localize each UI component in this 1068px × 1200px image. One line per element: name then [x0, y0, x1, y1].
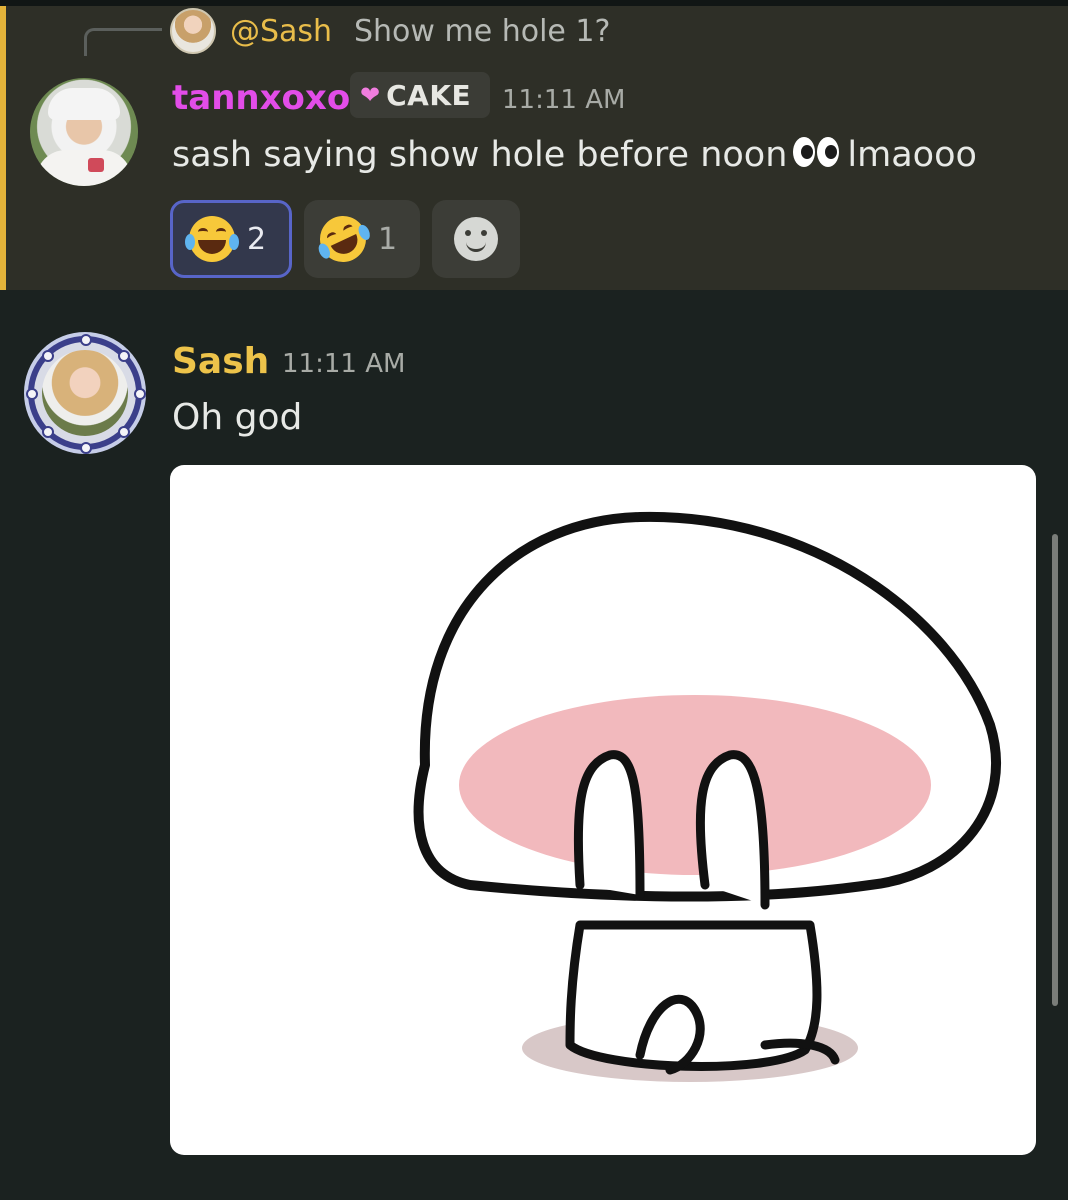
reply-connector	[84, 28, 162, 56]
smiley-icon	[454, 217, 498, 261]
message-text: Oh god	[172, 397, 303, 438]
guild-tag-badge[interactable]: ❤ CAKE	[350, 72, 490, 118]
image-attachment[interactable]	[170, 465, 1036, 1155]
reaction-rofl[interactable]: 1	[304, 200, 420, 278]
reaction-count: 2	[247, 221, 267, 257]
message-content: sash saying show hole before noon lmaooo	[172, 132, 977, 179]
scrollbar[interactable]	[1052, 534, 1058, 1006]
add-reaction-button[interactable]	[432, 200, 520, 278]
avatar[interactable]	[30, 78, 138, 186]
avatar-shirt-print	[88, 158, 104, 172]
message-text-tail: lmaooo	[847, 135, 977, 175]
message-timestamp: 11:11 AM	[502, 85, 626, 115]
sticker-ear-left	[573, 750, 645, 900]
message-author[interactable]: tannxoxo	[172, 78, 350, 118]
avatar-rivet	[26, 388, 38, 400]
avatar-hat	[48, 88, 120, 120]
reply-author-avatar[interactable]	[170, 8, 216, 54]
reaction-joy[interactable]: 2	[170, 200, 292, 278]
reply-author-mention[interactable]: @Sash	[230, 12, 332, 52]
sticker-ear-right	[695, 750, 770, 910]
joy-emoji-icon	[185, 216, 239, 262]
message-timestamp: 11:11 AM	[282, 349, 406, 379]
avatar-rivet	[42, 350, 54, 362]
eyes-emoji	[793, 133, 841, 179]
avatar-rivet	[118, 350, 130, 362]
heart-icon: ❤	[360, 81, 381, 109]
rofl-emoji-icon	[312, 208, 374, 270]
avatar-rivet	[80, 334, 92, 346]
avatar-rivet	[80, 442, 92, 454]
sticker-blush	[459, 695, 931, 875]
mention-indicator-bar	[0, 6, 6, 290]
reply-preview-text[interactable]: Show me hole 1?	[354, 12, 610, 52]
avatar[interactable]	[24, 332, 146, 454]
avatar-photo	[42, 350, 128, 436]
avatar-rivet	[134, 388, 146, 400]
avatar-rivet	[42, 426, 54, 438]
message-text: sash saying show hole before noon	[172, 135, 788, 175]
avatar-shirt	[36, 150, 132, 186]
badge-label: CAKE	[386, 78, 472, 112]
message-author[interactable]: Sash	[172, 340, 269, 384]
mushroom-sticker-image	[413, 511, 1002, 1082]
avatar-rivet	[118, 426, 130, 438]
reaction-count: 1	[378, 221, 398, 257]
